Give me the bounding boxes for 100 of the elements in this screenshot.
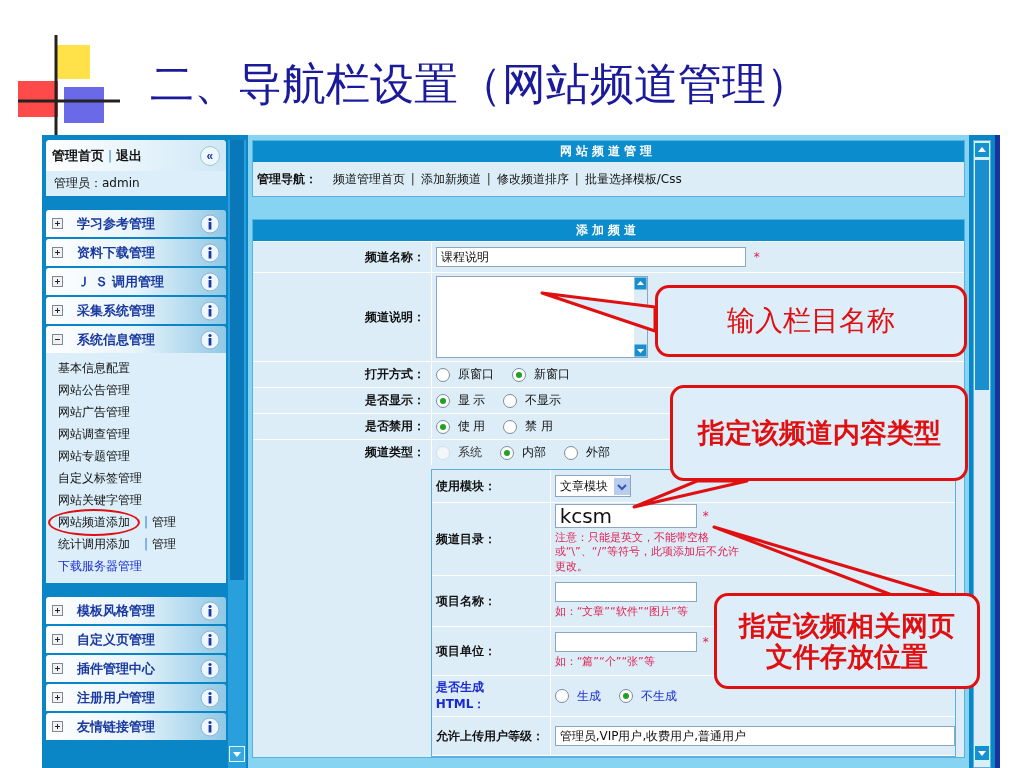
submenu-link[interactable]: 网站公告管理 xyxy=(58,381,130,399)
form-title: 添加频道 xyxy=(576,222,641,239)
radio-label: 不生成 xyxy=(640,687,677,705)
description-field[interactable] xyxy=(435,276,648,358)
radio-button[interactable] xyxy=(435,393,450,408)
required-mark: * xyxy=(753,250,760,264)
menu-group[interactable]: 自定义页管理 xyxy=(46,626,226,653)
page-scrollbar[interactable] xyxy=(973,140,992,768)
menu-group[interactable]: 采集系统管理 xyxy=(46,297,226,324)
item-name-hint: 如：“文章”“软件”“图片”等 xyxy=(554,605,688,620)
separator: | xyxy=(410,172,415,186)
radio-button[interactable] xyxy=(618,689,633,703)
radio-label: 生成 xyxy=(576,687,601,705)
radio-label: 新窗口 xyxy=(533,366,570,383)
submenu-link[interactable]: 网站关键字管理 xyxy=(58,491,142,509)
menu-group[interactable]: 插件管理中心 xyxy=(46,655,226,682)
nav-link[interactable]: 频道管理首页 xyxy=(332,170,405,188)
callout-text: 输入栏目名称 xyxy=(727,304,895,338)
submenu-link[interactable]: 管理 xyxy=(152,513,177,531)
info-icon[interactable] xyxy=(199,329,220,350)
submenu-link[interactable]: 自定义标签管理 xyxy=(58,469,142,487)
submenu-link[interactable]: 管理 xyxy=(152,535,177,553)
menu-group[interactable]: 模板风格管理 xyxy=(46,597,226,624)
field-label: 是否生成HTML： xyxy=(434,679,487,713)
menu-group-label: 自定义页管理 xyxy=(77,630,156,649)
info-icon[interactable] xyxy=(199,716,220,737)
logout-link[interactable]: 退出 xyxy=(116,146,143,165)
panel-title: 网站频道管理 xyxy=(560,143,657,160)
menu-group[interactable]: 学习参考管理 xyxy=(46,210,226,237)
info-icon[interactable] xyxy=(199,687,220,708)
radio-button[interactable] xyxy=(503,393,518,408)
submenu-link[interactable]: 下载服务器管理 xyxy=(58,557,142,575)
menu-group[interactable]: Ｊ Ｓ 调用管理 xyxy=(46,268,226,295)
slide-title: 二、导航栏设置（网站频道管理） xyxy=(150,60,810,109)
field-label: 使用模块： xyxy=(434,477,497,495)
radio-button[interactable] xyxy=(554,689,569,703)
separator: | xyxy=(108,148,113,163)
info-icon[interactable] xyxy=(199,271,220,292)
field-label: 允许上传用户等级： xyxy=(434,727,545,745)
menu-group[interactable]: 资料下载管理 xyxy=(46,239,226,266)
submenu-link[interactable]: 网站调查管理 xyxy=(58,425,130,443)
menu-group-label: 学习参考管理 xyxy=(77,214,156,233)
nav-link[interactable]: 修改频道排序 xyxy=(496,170,569,188)
menu-group-label: 模板风格管理 xyxy=(77,601,156,620)
menu-group[interactable]: 友情链接管理 xyxy=(46,713,226,740)
menu-group-label: 系统信息管理 xyxy=(77,330,156,349)
menu-group-label: Ｊ Ｓ 调用管理 xyxy=(77,272,166,291)
info-icon[interactable] xyxy=(199,600,220,621)
field-label: 是否显示： xyxy=(363,392,426,409)
radio-button[interactable] xyxy=(499,445,514,460)
radio-label: 内部 xyxy=(521,444,546,461)
nav-link[interactable]: 添加新频道 xyxy=(420,170,481,188)
radio-button[interactable] xyxy=(435,419,450,434)
radio-button[interactable] xyxy=(511,367,526,382)
required-mark: * xyxy=(702,635,709,650)
menu-group-label: 友情链接管理 xyxy=(77,717,156,736)
info-icon[interactable] xyxy=(199,300,220,321)
admin-label: 管理员：admin xyxy=(53,175,141,192)
separator: | xyxy=(144,515,149,529)
sidebar-scrollbar[interactable] xyxy=(227,140,246,768)
radio-label: 外部 xyxy=(585,444,610,461)
radio-label: 使 用 xyxy=(457,418,486,435)
module-dropdown[interactable]: 文章模块 xyxy=(554,475,631,497)
separator: | xyxy=(486,172,491,186)
radio-button[interactable] xyxy=(503,419,518,434)
radio-button[interactable] xyxy=(563,445,578,460)
field-label: 频道说明： xyxy=(363,308,426,326)
submenu-link[interactable]: 基本信息配置 xyxy=(58,359,130,377)
item-unit-field[interactable] xyxy=(554,632,697,653)
info-icon[interactable] xyxy=(199,658,220,679)
directory-field[interactable]: kcsm xyxy=(554,504,697,529)
item-unit-hint: 如：“篇”“个”“张”等 xyxy=(554,655,655,670)
radio-label: 禁 用 xyxy=(525,418,554,435)
nav-link[interactable]: 批量选择模板/Css xyxy=(584,170,682,188)
submenu-link[interactable]: 网站专题管理 xyxy=(58,447,130,465)
radio-button[interactable] xyxy=(435,367,450,382)
info-icon[interactable] xyxy=(199,213,220,234)
menu-group-label: 采集系统管理 xyxy=(77,301,156,320)
submenu-link[interactable]: 网站广告管理 xyxy=(58,403,130,421)
menu-group[interactable]: 注册用户管理 xyxy=(46,684,226,711)
submenu-link[interactable]: 网站频道添加 xyxy=(48,508,140,536)
nav-label: 管理导航： xyxy=(256,170,317,188)
menu-group[interactable]: 系统信息管理 xyxy=(46,326,226,353)
home-link[interactable]: 管理首页 xyxy=(52,146,104,165)
field-label: 项目名称： xyxy=(434,592,497,610)
menu-group-label: 注册用户管理 xyxy=(77,688,156,707)
info-icon[interactable] xyxy=(199,629,220,650)
user-levels-field[interactable]: 管理员,VIP用户,收费用户,普通用户 xyxy=(554,726,955,746)
field-label: 是否禁用： xyxy=(363,418,426,435)
radio-label: 系统 xyxy=(457,444,482,461)
field-label: 频道类型： xyxy=(363,444,426,461)
chevron-down-icon xyxy=(613,477,630,495)
directory-note: 注意：只能是英文，不能带空格或“\”、“/”等符号，此项添加后不允许更改。 xyxy=(554,531,740,574)
item-name-field[interactable] xyxy=(554,582,697,603)
info-icon[interactable] xyxy=(199,242,220,263)
channel-name-field[interactable]: 课程说明 xyxy=(435,247,746,267)
collapse-button[interactable]: « xyxy=(199,145,220,166)
callout-text: 指定该频相关网页文件存放位置 xyxy=(737,609,956,673)
radio-label: 显 示 xyxy=(457,392,486,409)
field-label: 频道名称： xyxy=(363,248,426,266)
